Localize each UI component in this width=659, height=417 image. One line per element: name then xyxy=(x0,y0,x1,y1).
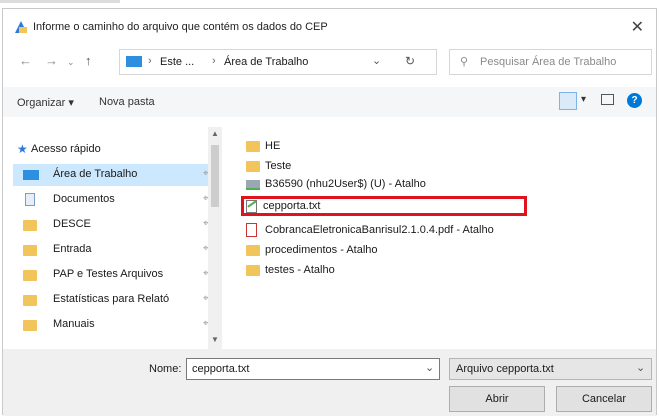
title-bar: Informe o caminho do arquivo que contém … xyxy=(3,9,656,43)
documents-icon xyxy=(25,193,35,206)
file-open-dialog: Informe o caminho do arquivo que contém … xyxy=(2,8,657,416)
list-item[interactable]: HE xyxy=(243,137,533,157)
quick-access-label: Acesso rápido xyxy=(31,143,101,155)
file-name: CobrancaEletronicaBanrisul2.1.0.4.pdf - … xyxy=(265,224,494,236)
file-name: cepporta.txt xyxy=(263,200,321,212)
folder-shortcut-icon xyxy=(246,265,260,276)
sidebar-item-label: Estatísticas para Relató xyxy=(53,293,170,305)
cancel-button[interactable]: Cancelar xyxy=(556,386,652,412)
scroll-down-icon[interactable]: ▼ xyxy=(211,335,219,344)
close-icon[interactable]: ✕ xyxy=(631,17,644,37)
folder-icon xyxy=(246,161,260,172)
sidebar-item-pap-testes[interactable]: PAP e Testes Arquivos ⌖ xyxy=(13,264,213,286)
sidebar-item-manuais[interactable]: Manuais ⌖ xyxy=(13,314,213,336)
breadcrumb-separator-icon: › xyxy=(148,55,152,67)
help-icon[interactable]: ? xyxy=(627,93,642,108)
navigation-pane: ★ Acesso rápido Área de Trabalho ⌖ Docum… xyxy=(13,124,223,346)
sidebar-item-label: PAP e Testes Arquivos xyxy=(53,268,164,280)
recent-locations-chevron-icon[interactable]: ⌄ xyxy=(67,57,75,68)
organize-menu-button[interactable]: Organizar ▾ xyxy=(17,96,74,109)
sidebar-item-label: Manuais xyxy=(53,318,95,330)
list-item[interactable]: testes - Atalho xyxy=(243,261,533,281)
file-name-input[interactable]: cepporta.txt ⌄ xyxy=(186,358,440,380)
forward-arrow-icon[interactable]: → xyxy=(45,53,58,68)
breadcrumb-separator-icon: › xyxy=(212,55,216,67)
sidebar-item-entrada[interactable]: Entrada ⌖ xyxy=(13,239,213,261)
file-name: Teste xyxy=(265,160,292,172)
sidebar-item-label: DESCE xyxy=(53,218,91,230)
sidebar-item-desce[interactable]: DESCE ⌖ xyxy=(13,214,213,236)
address-dropdown-chevron-icon[interactable]: ⌄ xyxy=(372,54,381,67)
file-name: testes - Atalho xyxy=(265,264,335,276)
file-type-select[interactable]: Arquivo cepporta.txt ⌄ xyxy=(449,358,652,380)
file-type-value: Arquivo cepporta.txt xyxy=(456,363,554,375)
scroll-up-icon[interactable]: ▲ xyxy=(211,129,219,138)
sidebar-item-label: Documentos xyxy=(53,193,115,205)
folder-icon xyxy=(246,141,260,152)
desktop-location-icon xyxy=(126,56,142,67)
preview-pane-icon[interactable] xyxy=(601,94,614,105)
folder-icon xyxy=(23,320,37,331)
search-icon: ⚲ xyxy=(460,56,469,68)
sidebar-item-label: Área de Trabalho xyxy=(53,168,138,180)
sidebar-item-documents[interactable]: Documentos ⌖ xyxy=(13,189,213,211)
file-name: procedimentos - Atalho xyxy=(265,244,378,256)
breadcrumb-this-pc[interactable]: Este ... xyxy=(160,56,194,68)
app-icon xyxy=(15,21,27,33)
file-name: B36590 (nhu2User$) (U) - Atalho xyxy=(265,178,426,190)
folder-icon xyxy=(23,245,37,256)
list-item[interactable]: procedimentos - Atalho xyxy=(243,241,533,261)
network-drive-shortcut-icon xyxy=(246,180,260,190)
highlighted-file-item[interactable]: cepporta.txt xyxy=(241,196,527,216)
search-placeholder: Pesquisar Área de Trabalho xyxy=(480,56,617,68)
pdf-shortcut-icon xyxy=(246,223,257,237)
folder-icon xyxy=(23,220,37,231)
folder-icon xyxy=(23,270,37,281)
up-arrow-icon[interactable]: ↑ xyxy=(85,53,92,68)
file-name-dropdown-chevron-icon[interactable]: ⌄ xyxy=(425,361,434,374)
refresh-icon[interactable]: ↻ xyxy=(405,54,415,68)
back-arrow-icon[interactable]: ← xyxy=(19,53,32,68)
quick-access-item[interactable]: ★ Acesso rápido xyxy=(13,139,213,161)
command-bar: Organizar ▾ Nova pasta ▾ ? xyxy=(3,87,656,117)
view-options-icon[interactable] xyxy=(559,92,577,110)
breadcrumb-desktop[interactable]: Área de Trabalho xyxy=(224,56,308,68)
new-folder-button[interactable]: Nova pasta xyxy=(99,96,155,108)
sidebar-item-desktop[interactable]: Área de Trabalho ⌖ xyxy=(13,164,213,186)
folder-icon xyxy=(23,295,37,306)
view-dropdown-chevron-icon[interactable]: ▾ xyxy=(581,94,586,105)
search-box[interactable]: ⚲ Pesquisar Área de Trabalho xyxy=(449,49,652,75)
sidebar-scrollbar[interactable]: ▲ ▼ xyxy=(208,127,222,349)
scrollbar-thumb[interactable] xyxy=(211,145,219,207)
desktop-icon xyxy=(23,170,39,180)
name-label: Nome: xyxy=(149,363,182,375)
file-name-value: cepporta.txt xyxy=(192,363,250,375)
sidebar-item-label: Entrada xyxy=(53,243,92,255)
open-button[interactable]: Abrir xyxy=(449,386,545,412)
list-item[interactable]: CobrancaEletronicaBanrisul2.1.0.4.pdf - … xyxy=(243,221,533,241)
dialog-footer: Nome: cepporta.txt ⌄ Arquivo cepporta.tx… xyxy=(3,349,656,416)
sidebar-item-estatisticas[interactable]: Estatísticas para Relató ⌖ xyxy=(13,289,213,311)
window-title: Informe o caminho do arquivo que contém … xyxy=(33,21,328,33)
address-bar[interactable]: › Este ... › Área de Trabalho ⌄ ↻ xyxy=(119,49,437,75)
folder-shortcut-icon xyxy=(246,245,260,256)
list-item[interactable]: B36590 (nhu2User$) (U) - Atalho xyxy=(243,175,533,195)
list-item[interactable]: Teste xyxy=(243,157,533,177)
star-icon: ★ xyxy=(17,142,28,156)
file-name: HE xyxy=(265,140,281,152)
top-border-line xyxy=(0,0,120,3)
file-type-chevron-icon[interactable]: ⌄ xyxy=(636,361,645,374)
